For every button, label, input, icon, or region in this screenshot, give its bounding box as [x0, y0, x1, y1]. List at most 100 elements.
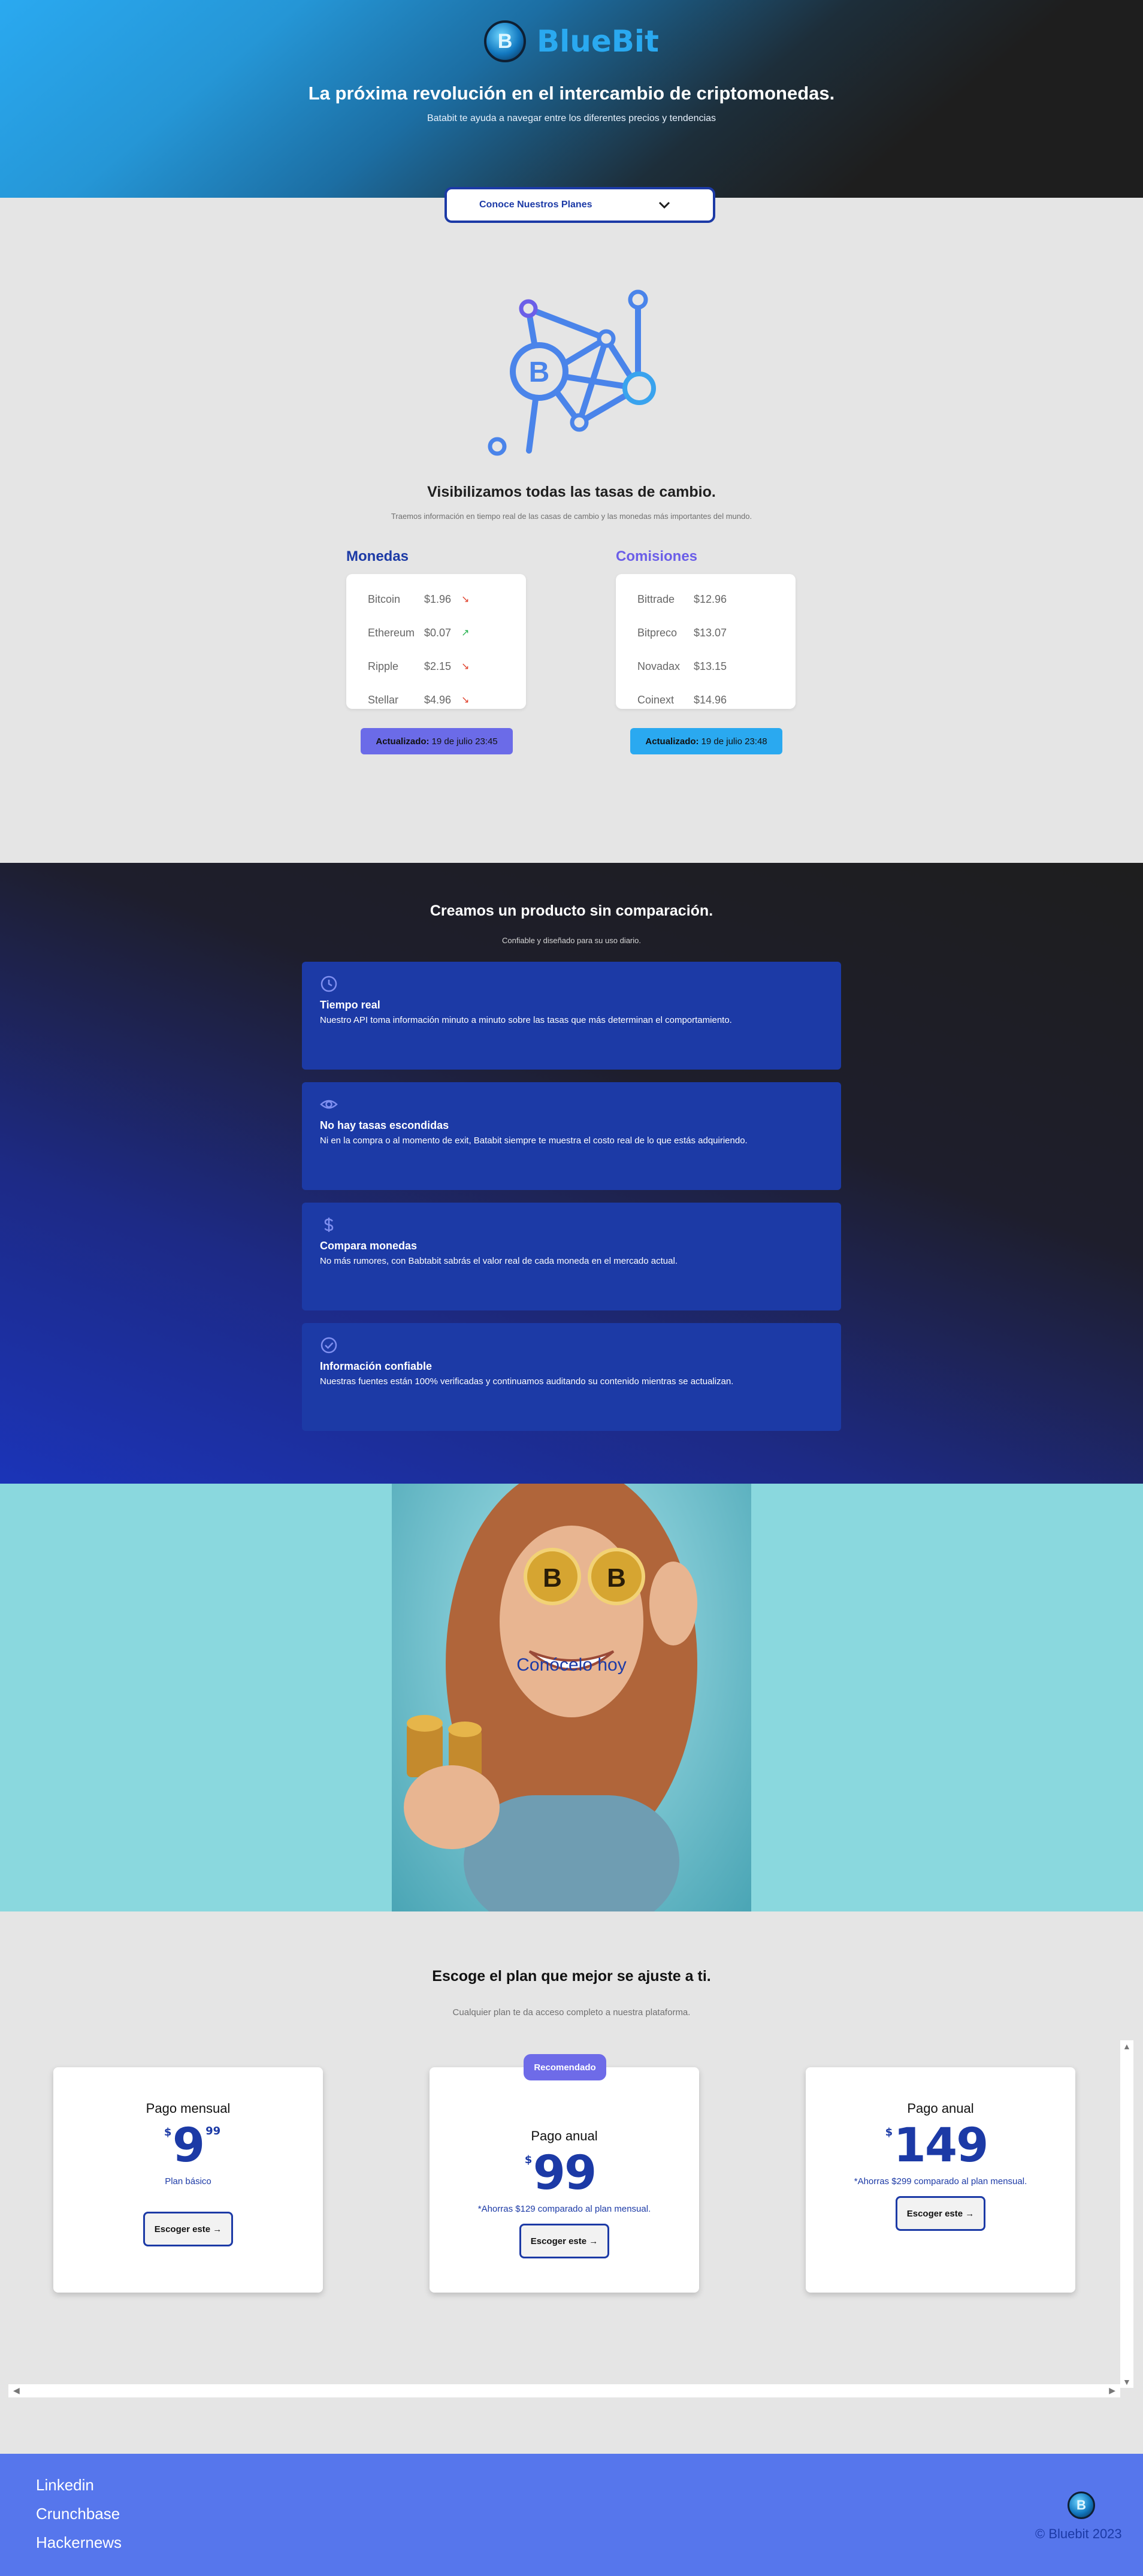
product-title: Creamos un producto sin comparación. [430, 902, 713, 919]
vertical-scrollbar[interactable]: ▲ ▼ [1120, 2040, 1133, 2388]
footer-link-linkedin[interactable]: Linkedin [36, 2476, 94, 2495]
plans-button-label: Conoce Nuestros Planes [479, 200, 592, 210]
product-subtitle: Confiable y diseñado para su uso diario. [502, 936, 641, 945]
footer-copyright: © Bluebit 2023 [1035, 2526, 1122, 2541]
feature-card: Compara monedas No más rumores, con Babt… [302, 1203, 841, 1310]
currency-name: Ethereum [368, 626, 415, 639]
feature-text: No más rumores, con Babtabit sabrás el v… [320, 1256, 678, 1266]
footer-link-crunchbase[interactable]: Crunchbase [36, 2505, 120, 2523]
updated-value: 19 de julio 23:45 [431, 736, 498, 747]
exchange-name: Coinext [637, 693, 675, 706]
commissions-updated-badge: Actualizado: 19 de julio 23:48 [630, 728, 782, 754]
plan-card-monthly: Pago mensual $ 9 99 Plan básico Escoger … [53, 2067, 323, 2293]
table-row: Coinext $14.96 [616, 683, 796, 717]
pricing-title: Escoge el plan que mejor se ajuste a ti. [432, 1968, 711, 1985]
table-row: Bittrade $12.96 [616, 582, 796, 616]
trend-down-icon: ↘ [461, 594, 470, 605]
plan-note: *Ahorras $129 comparado al plan mensual. [477, 2204, 651, 2214]
plan-price: $ 99 [525, 2146, 597, 2200]
plan-name: Pago mensual [146, 2101, 231, 2116]
plan-note: *Ahorras $299 comparado al plan mensual. [854, 2176, 1027, 2187]
plan-card-annual-recommended: Recomendado Pago anual $ 99 *Ahorras $12… [430, 2054, 699, 2293]
table-row: Ethereum $0.07 ↗ [346, 616, 526, 650]
feature-text: Nuestro API toma información minuto a mi… [320, 1015, 732, 1025]
currency-price: $1.96 [424, 593, 452, 605]
bitcoin-network-icon: B [488, 289, 656, 456]
exchange-price: $14.96 [694, 693, 727, 706]
image-section: B B Conócelo hoy [0, 1484, 1143, 1911]
feature-card: Información confiable Nuestras fuentes e… [302, 1323, 841, 1431]
exchange-price: $12.96 [694, 593, 727, 605]
currency-price: $4.96 [424, 693, 452, 706]
svg-text:B: B [543, 1563, 562, 1593]
trend-down-icon: ↘ [461, 662, 470, 672]
chevron-down-icon [658, 197, 671, 213]
feature-title: Compara monedas [320, 1240, 418, 1252]
currencies-title: Monedas [346, 548, 409, 564]
exchange-subtitle: Traemos información en tiempo real de la… [391, 512, 752, 521]
feature-card: No hay tasas escondidas Ni en la compra … [302, 1082, 841, 1190]
plan-amount: 9 [172, 2119, 205, 2173]
exchange-name: Bittrade [637, 593, 675, 605]
feature-card: Tiempo real Nuestro API toma información… [302, 962, 841, 1070]
plan-note: Plan básico [165, 2176, 211, 2187]
plan-currency: $ [164, 2126, 172, 2139]
scroll-down-icon[interactable]: ▼ [1123, 2377, 1131, 2387]
exchange-name: Bitpreco [637, 626, 678, 639]
svg-text:B: B [607, 1563, 626, 1593]
cta-text: Conócelo hoy [516, 1655, 627, 1675]
feature-title: Tiempo real [320, 999, 380, 1011]
plan-card-annual-premium: Pago anual $ 149 *Ahorras $299 comparado… [806, 2067, 1075, 2293]
trend-up-icon: ↗ [461, 628, 470, 638]
feature-title: Información confiable [320, 1360, 433, 1372]
scroll-left-icon[interactable]: ◀ [13, 2385, 20, 2396]
plans-button[interactable]: Conoce Nuestros Planes [444, 187, 715, 223]
plan-amount: 99 [533, 2146, 597, 2200]
pricing-subtitle: Cualquier plan te da acceso completo a n… [452, 2007, 691, 2018]
recommended-badge: Recomendado [524, 2054, 606, 2080]
plan-currency: $ [524, 2154, 533, 2166]
exchange-title: Visibilizamos todas las tasas de cambio. [427, 484, 716, 500]
table-row: Bitpreco $13.07 [616, 616, 796, 650]
plan-name: Pago anual [531, 2128, 598, 2143]
scroll-up-icon[interactable]: ▲ [1123, 2042, 1131, 2051]
exchange-price: $13.15 [694, 660, 727, 672]
woman-with-bitcoins-photo: B B Conócelo hoy [392, 1484, 751, 1911]
plan-currency: $ [885, 2126, 893, 2139]
footer-logo-icon: B [1068, 2492, 1095, 2519]
exchange-price: $13.07 [694, 626, 727, 639]
clock-icon [320, 975, 338, 993]
table-row: Ripple $2.15 ↘ [346, 650, 526, 683]
svg-text:B: B [529, 357, 550, 388]
trend-down-icon: ↘ [461, 695, 470, 705]
exchange-name: Novadax [637, 660, 681, 672]
currencies-updated-badge: Actualizado: 19 de julio 23:45 [361, 728, 513, 754]
bitcoin-logo-icon: B [484, 20, 527, 62]
choose-plan-button[interactable]: Escoger este → [895, 2196, 986, 2231]
updated-value: 19 de julio 23:48 [701, 736, 767, 747]
feature-text: Ni en la compra o al momento de exit, Ba… [320, 1136, 748, 1146]
choose-plan-button[interactable]: Escoger este → [519, 2224, 610, 2258]
commissions-title: Comisiones [616, 548, 698, 564]
hero-subtitle: Batabit te ayuda a navegar entre los dif… [427, 113, 716, 123]
horizontal-scrollbar[interactable]: ◀ ▶ [8, 2384, 1120, 2397]
brand: B BlueBit [0, 20, 1143, 62]
updated-label: Actualizado: [645, 736, 699, 747]
scroll-right-icon[interactable]: ▶ [1109, 2385, 1115, 2396]
currency-name: Ripple [368, 660, 399, 672]
currency-name: Bitcoin [368, 593, 401, 605]
currencies-table: Bitcoin $1.96 ↘ Ethereum $0.07 ↗ Ripple … [346, 574, 526, 709]
table-row: Stellar $4.96 ↘ [346, 683, 526, 717]
currency-price: $0.07 [424, 626, 452, 639]
footer-link-hackernews[interactable]: Hackernews [36, 2533, 122, 2552]
updated-label: Actualizado: [376, 736, 430, 747]
hero-title: La próxima revolución en el intercambio … [308, 83, 835, 104]
dollar-icon [320, 1216, 338, 1234]
plan-name: Pago anual [907, 2101, 974, 2116]
choose-plan-button[interactable]: Escoger este → [143, 2212, 234, 2246]
footer [0, 2454, 1143, 2576]
check-circle-icon [320, 1336, 338, 1354]
plan-amount: 149 [893, 2119, 989, 2173]
currency-price: $2.15 [424, 660, 452, 672]
plan-price: $ 9 99 [164, 2119, 220, 2173]
